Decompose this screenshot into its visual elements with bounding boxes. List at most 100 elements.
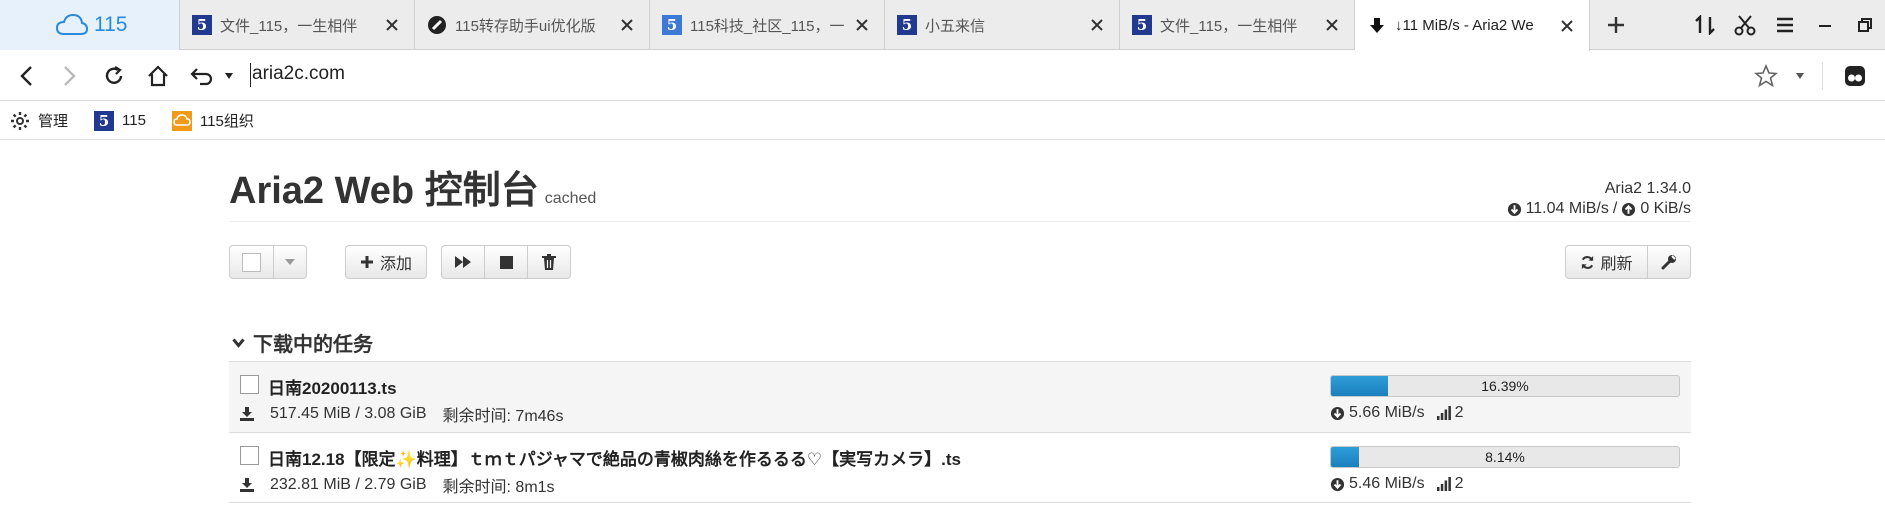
caret-down-icon: [1796, 73, 1804, 79]
reload-icon: [105, 65, 123, 84]
download-speed: 11.04 MiB/s: [1525, 200, 1609, 217]
tab-title: 小五来信: [925, 17, 986, 35]
task-row[interactable]: 日南12.18【限定✨料理】ｔｍｔパジャマで絶品の青椒肉絲を作るるる♡【実写カメ…: [229, 432, 1691, 503]
select-all-checkbox[interactable]: [230, 246, 274, 278]
window-controls: [1685, 0, 1885, 50]
refresh-button-label: 刷新: [1600, 256, 1633, 273]
resume-button[interactable]: [442, 246, 485, 278]
wrench-icon: [1661, 255, 1676, 270]
task-checkbox[interactable]: [240, 446, 259, 465]
scissors-icon: [1734, 15, 1756, 36]
tab-title: 文件_115，一生相伴: [1160, 17, 1298, 35]
task-connections: 2: [1436, 475, 1464, 493]
tab-title: 115科技_社区_115，一: [690, 17, 845, 35]
tab-1[interactable]: 5 文件_115，一生相伴: [180, 0, 415, 50]
bookmark-manage[interactable]: 管理: [10, 110, 68, 131]
star-dropdown-button[interactable]: [1788, 56, 1812, 96]
task-size: 517.45 MiB / 3.08 GiB: [270, 405, 427, 422]
tab-4[interactable]: 5 小五来信: [885, 0, 1120, 50]
115-logo-icon: 5: [897, 15, 917, 35]
cloud-icon: [56, 14, 88, 35]
close-icon[interactable]: [1089, 17, 1105, 33]
undo-close-button[interactable]: [180, 56, 224, 96]
minimize-button[interactable]: [1805, 0, 1845, 50]
download-circle-icon: [1330, 406, 1345, 420]
plus-icon: [360, 256, 373, 268]
task-speed: 5.66 MiB/s 2: [1330, 404, 1464, 422]
aria2-version: Aria2 1.34.0: [1604, 180, 1691, 197]
gear-icon: [11, 111, 29, 130]
stop-icon: [499, 255, 513, 269]
115-logo-icon: 5: [662, 15, 682, 35]
bookmark-label: 115: [122, 112, 146, 129]
tab-5[interactable]: 5 文件_115，一生相伴: [1120, 0, 1355, 50]
star-icon: [1754, 64, 1778, 88]
bookmark-115-org[interactable]: 115组织: [171, 110, 254, 131]
text-cursor: [250, 63, 251, 87]
bookmarks-bar: 管理 5 115 115组织: [0, 102, 1885, 140]
app-title: Aria2 Web 控制台: [229, 170, 539, 212]
close-icon[interactable]: [854, 17, 870, 33]
add-button-inner: 添加: [346, 246, 426, 278]
home-button[interactable]: [136, 56, 180, 96]
close-icon[interactable]: [619, 17, 635, 33]
forward-button[interactable]: [48, 56, 92, 96]
115-logo-icon: 5: [192, 15, 212, 35]
signal-bars-icon: [1436, 477, 1451, 491]
delete-button[interactable]: [528, 246, 570, 278]
task-speed: 5.46 MiB/s 2: [1330, 475, 1464, 493]
task-remaining: 剩余时间: 8m1s: [442, 479, 555, 496]
download-circle-icon: [1507, 202, 1521, 216]
task-remaining: 剩余时间: 7m46s: [442, 408, 564, 425]
task-actions-group: [441, 245, 571, 279]
refresh-button[interactable]: 刷新: [1566, 246, 1648, 278]
bookmark-label: 115组织: [199, 113, 254, 130]
task-progress-text: 16.39%: [1481, 378, 1529, 394]
tampermonkey-extension-button[interactable]: [1833, 56, 1877, 96]
menu-button[interactable]: [1765, 0, 1805, 50]
home-tab-115[interactable]: 115: [0, 0, 180, 50]
upload-speed: 0 KiB/s: [1640, 200, 1691, 217]
section-downloading-header[interactable]: 下载中的任务: [232, 328, 373, 357]
task-connections-count: 2: [1454, 404, 1464, 421]
tab-3[interactable]: 5 115科技_社区_115，一: [650, 0, 885, 50]
undo-dropdown-button[interactable]: [224, 56, 238, 96]
home-icon: [148, 64, 168, 86]
address-input[interactable]: aria2c.com: [252, 63, 345, 85]
signal-bars-icon: [1436, 406, 1451, 420]
tampermonkey-icon: [1845, 66, 1865, 86]
screenshot-button[interactable]: [1725, 0, 1765, 50]
section-title: 下载中的任务: [253, 334, 373, 356]
tab-title: 115转存助手ui优化版: [455, 17, 596, 35]
115-logo-icon: 5: [1132, 15, 1152, 35]
download-arrow-icon: [1367, 16, 1387, 36]
chevron-down-icon: [232, 338, 245, 348]
plus-icon: [1608, 17, 1624, 33]
close-icon[interactable]: [1559, 18, 1575, 34]
close-icon[interactable]: [384, 17, 400, 33]
tab-2[interactable]: 115转存助手ui优化版: [415, 0, 650, 50]
close-icon[interactable]: [1324, 17, 1340, 33]
new-tab-button[interactable]: [1590, 0, 1642, 50]
restore-button[interactable]: [1845, 0, 1885, 50]
task-checkbox[interactable]: [240, 375, 259, 394]
settings-button[interactable]: [1648, 246, 1690, 278]
tampermonkey-icon: [427, 15, 447, 35]
aria2-page: Aria2 Web 控制台 cached Aria2 1.34.0 11.04 M…: [229, 140, 1691, 503]
task-progress-text: 8.14%: [1485, 449, 1525, 465]
stop-button[interactable]: [485, 246, 528, 278]
page-header: Aria2 Web 控制台 cached Aria2 1.34.0 11.04 M…: [229, 140, 1691, 222]
download-task-list: 日南20200113.ts 517.45 MiB / 3.08 GiB 剩余时间…: [229, 361, 1691, 503]
add-button[interactable]: 添加: [345, 245, 427, 279]
tab-6-active[interactable]: ↓11 MiB/s - Aria2 We: [1355, 0, 1590, 51]
task-row[interactable]: 日南20200113.ts 517.45 MiB / 3.08 GiB 剩余时间…: [229, 361, 1691, 432]
back-button[interactable]: [4, 56, 48, 96]
caret-down-icon: [285, 259, 295, 265]
select-dropdown-button[interactable]: [274, 246, 306, 278]
task-progress-bar: 8.14%: [1330, 446, 1680, 468]
tab-strip: 115 5 文件_115，一生相伴 115转存助手ui优化版 5 115科技_社…: [0, 0, 1885, 51]
bookmark-115[interactable]: 5 115: [94, 110, 146, 131]
sort-tabs-button[interactable]: [1685, 0, 1725, 50]
bookmark-star-button[interactable]: [1744, 56, 1788, 96]
reload-button[interactable]: [92, 56, 136, 96]
